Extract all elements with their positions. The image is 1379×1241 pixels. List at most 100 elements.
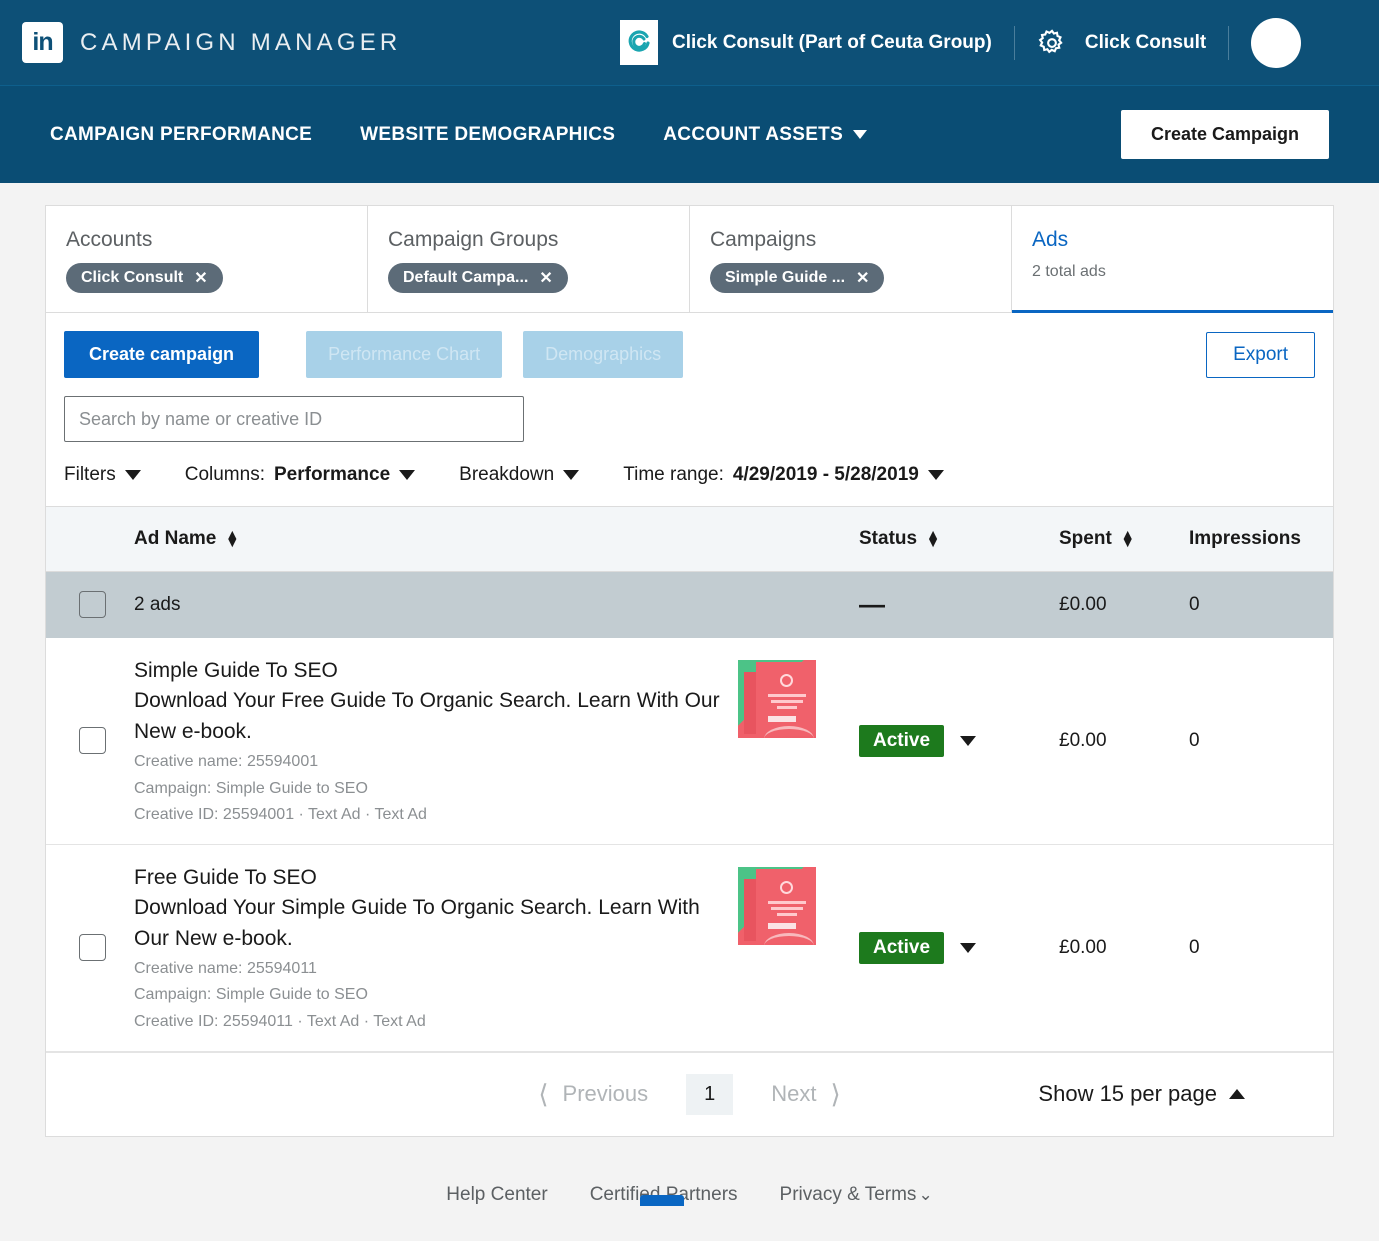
header-spent[interactable]: Spent ▲ ▼: [1059, 507, 1189, 572]
header-label: Status: [859, 527, 918, 549]
breadcrumb-title: Ads: [1032, 228, 1069, 251]
header-label: Spent: [1059, 527, 1112, 549]
breakdown-dropdown[interactable]: Breakdown: [459, 464, 580, 486]
search-input[interactable]: [64, 396, 524, 442]
breadcrumb-pill-campaign-groups[interactable]: Default Campa... ✕: [388, 263, 568, 293]
table-row[interactable]: Simple Guide To SEO Download Your Free G…: [46, 638, 1333, 845]
header-label: Impressions: [1189, 527, 1301, 549]
footer-link-privacy-terms[interactable]: Privacy & Terms ⌄: [780, 1184, 933, 1206]
ad-creative-name: Creative name: 25594001: [134, 753, 319, 771]
row-impressions-cell: 0: [1189, 844, 1333, 1052]
pill-label: Simple Guide ...: [725, 269, 846, 286]
demographics-button[interactable]: Demographics: [523, 331, 684, 378]
columns-dropdown[interactable]: Columns: Performance: [185, 464, 416, 486]
ad-thumbnail: [738, 660, 816, 738]
row-spent-cell: £0.00: [1059, 638, 1189, 845]
brand[interactable]: in CAMPAIGN MANAGER: [22, 22, 401, 63]
sort-icon[interactable]: ▲ ▼: [926, 527, 940, 548]
performance-chart-button[interactable]: Performance Chart: [306, 331, 503, 378]
sort-icon[interactable]: ▲ ▼: [225, 527, 239, 548]
header-checkbox-cell: [46, 507, 134, 572]
ad-thumbnail: [738, 866, 816, 945]
select-all-checkbox[interactable]: [79, 591, 106, 619]
close-icon[interactable]: ✕: [539, 268, 552, 288]
breadcrumb-pill-accounts[interactable]: Click Consult ✕: [66, 263, 223, 293]
time-range-dropdown[interactable]: Time range: 4/29/2019 - 5/28/2019: [623, 464, 944, 486]
chevron-down-icon[interactable]: [960, 942, 977, 953]
chevron-down-icon[interactable]: [960, 735, 977, 746]
page-number-1[interactable]: 1: [686, 1073, 734, 1115]
table-row[interactable]: Free Guide To SEO Download Your Simple G…: [46, 844, 1333, 1052]
row-checkbox[interactable]: [79, 934, 106, 962]
ad-title[interactable]: Simple Guide To SEO: [134, 656, 724, 686]
header-impressions[interactable]: Impressions: [1189, 507, 1333, 572]
linkedin-logo-icon: in: [22, 22, 63, 63]
chevron-left-icon: ⟨: [538, 1078, 549, 1109]
ads-table: Ad Name ▲ ▼ Status ▲ ▼ Spent ▲ ▼ Impress…: [46, 507, 1333, 1052]
breadcrumb: Accounts Click Consult ✕ Campaign Groups…: [46, 206, 1333, 313]
breadcrumb-tab-accounts[interactable]: Accounts Click Consult ✕: [46, 206, 368, 312]
ad-creative-id: Creative ID: 25594011 · Text Ad · Text A…: [134, 1012, 426, 1030]
chevron-down-icon: [927, 470, 944, 480]
account-zone: Click Consult (Part of Ceuta Group) Clic…: [620, 0, 1302, 85]
breadcrumb-tab-campaign-groups[interactable]: Campaign Groups Default Campa... ✕: [368, 206, 690, 312]
breadcrumb-pill-campaigns[interactable]: Simple Guide ... ✕: [710, 263, 885, 293]
nav-website-demographics[interactable]: WEBSITE DEMOGRAPHICS: [360, 124, 615, 146]
create-campaign-button[interactable]: Create campaign: [64, 331, 260, 378]
ad-creative-name: Creative name: 25594011: [134, 960, 317, 978]
nav-campaign-performance[interactable]: CAMPAIGN PERFORMANCE: [50, 124, 312, 146]
privacy-terms-label: Privacy & Terms: [779, 1183, 917, 1205]
nav-label: WEBSITE DEMOGRAPHICS: [360, 123, 616, 145]
per-page-selector[interactable]: Show 15 per page: [1038, 1081, 1245, 1107]
export-button[interactable]: Export: [1206, 331, 1315, 378]
account-user-name[interactable]: Click Consult: [1085, 32, 1206, 54]
account-name[interactable]: Click Consult (Part of Ceuta Group): [672, 32, 992, 54]
previous-page-button[interactable]: ⟨ Previous: [538, 1079, 648, 1110]
close-icon[interactable]: ✕: [856, 268, 869, 288]
breadcrumb-title: Accounts: [66, 228, 153, 251]
filter-row: Filters Columns: Performance Breakdown T…: [46, 442, 1333, 506]
header-ad-name[interactable]: Ad Name ▲ ▼: [134, 507, 859, 572]
time-range-value: 4/29/2019 - 5/28/2019: [732, 464, 919, 485]
chevron-down-icon: ⌄: [918, 1184, 933, 1204]
summary-row: 2 ads — £0.00 0: [46, 571, 1333, 638]
status-badge: Active: [859, 931, 945, 964]
avatar[interactable]: [1251, 17, 1302, 68]
click-consult-logo-icon: [620, 20, 658, 65]
ad-creative-id: Creative ID: 25594001 · Text Ad · Text A…: [134, 805, 427, 823]
breadcrumb-tab-campaigns[interactable]: Campaigns Simple Guide ... ✕: [690, 206, 1012, 312]
close-icon[interactable]: ✕: [194, 268, 207, 288]
action-toolbar: Create campaign Performance Chart Demogr…: [46, 313, 1333, 396]
pill-label: Click Consult: [81, 269, 184, 286]
chevron-down-icon: [124, 470, 141, 480]
row-impressions-cell: 0: [1189, 638, 1333, 845]
divider: [1013, 25, 1015, 60]
chevron-right-icon: ⟩: [830, 1078, 841, 1109]
chevron-down-icon: [399, 470, 416, 480]
app-title: CAMPAIGN MANAGER: [80, 28, 402, 56]
footer-link-help-center[interactable]: Help Center: [446, 1184, 547, 1206]
create-campaign-header-button[interactable]: Create Campaign: [1120, 110, 1329, 159]
row-checkbox-cell: [46, 844, 134, 1052]
breadcrumb-tab-ads[interactable]: Ads 2 total ads: [1012, 206, 1333, 313]
columns-value: Performance: [273, 464, 391, 485]
filters-dropdown[interactable]: Filters: [64, 464, 141, 486]
row-checkbox[interactable]: [79, 727, 106, 755]
page-body: Accounts Click Consult ✕ Campaign Groups…: [0, 183, 1379, 1206]
footer-wrapper: Help Center Certified Partners Privacy &…: [45, 1137, 1334, 1206]
header-status[interactable]: Status ▲ ▼: [859, 507, 1059, 572]
footer: Help Center Certified Partners Privacy &…: [45, 1137, 1334, 1206]
ads-table-wrapper: Ad Name ▲ ▼ Status ▲ ▼ Spent ▲ ▼ Impress…: [46, 506, 1333, 1052]
breadcrumb-title: Campaigns: [710, 228, 817, 251]
per-page-label: Show 15 per page: [1038, 1081, 1217, 1107]
nav-label: ACCOUNT ASSETS: [663, 123, 844, 145]
sort-icon[interactable]: ▲ ▼: [1121, 527, 1135, 548]
divider-2: [1228, 25, 1230, 60]
filters-label: Filters: [64, 464, 116, 485]
gear-icon[interactable]: [1037, 28, 1067, 58]
summary-spent-cell: £0.00: [1059, 571, 1189, 638]
summary-status: —: [859, 589, 885, 620]
next-page-button[interactable]: Next ⟩: [771, 1079, 840, 1110]
nav-account-assets[interactable]: ACCOUNT ASSETS: [663, 123, 868, 146]
ad-title[interactable]: Free Guide To SEO: [134, 863, 724, 893]
